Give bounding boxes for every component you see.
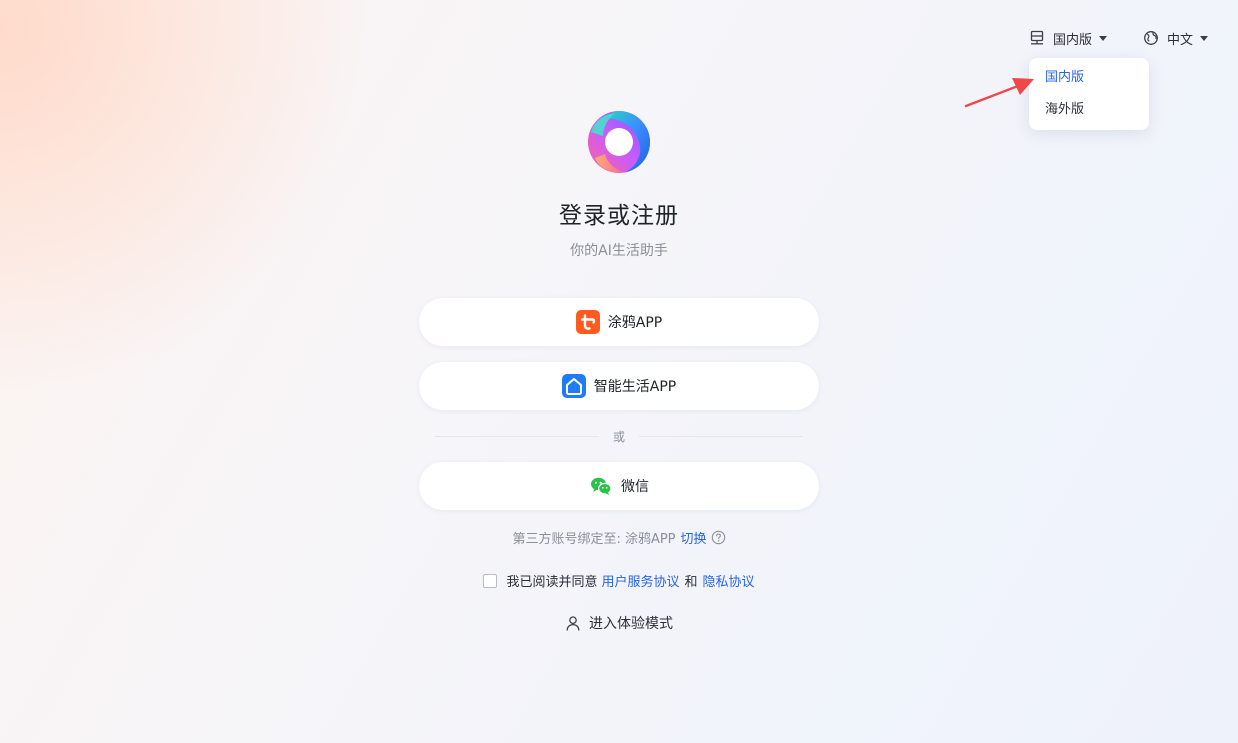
region-selector[interactable]: 国内版 xyxy=(1029,24,1107,52)
region-dropdown: 国内版 海外版 xyxy=(1029,58,1149,130)
privacy-policy-link[interactable]: 隐私协议 xyxy=(703,571,755,590)
chevron-down-icon xyxy=(1200,35,1208,41)
wechat-login-label: 微信 xyxy=(621,479,649,495)
wechat-icon xyxy=(591,477,612,495)
switch-link[interactable]: 切换 xyxy=(681,528,707,547)
page-title: 登录或注册 xyxy=(559,203,679,229)
tuya-app-icon xyxy=(575,310,600,334)
chevron-down-icon xyxy=(1098,35,1107,41)
terms-of-service-link[interactable]: 用户服务协议 xyxy=(601,571,679,590)
agreement-and-text: 和 xyxy=(684,575,698,590)
annotation-arrow-icon xyxy=(964,78,1034,108)
region-option-domestic[interactable]: 国内版 xyxy=(1029,62,1149,94)
bind-info: 第三方账号绑定至: 涂鸦APP 切换 xyxy=(419,528,819,547)
tuya-app-login-button[interactable]: 涂鸦APP xyxy=(419,298,819,346)
smart-life-app-login-button[interactable]: 智能生活APP xyxy=(419,362,819,410)
help-icon[interactable] xyxy=(711,530,726,545)
smart-life-app-login-label: 智能生活APP xyxy=(593,379,677,395)
agreement-checkbox[interactable] xyxy=(483,573,498,588)
globe-icon xyxy=(1144,31,1158,45)
trial-mode-button[interactable]: 进入体验模式 xyxy=(419,613,819,633)
login-panel: 登录或注册 你的AI生活助手 涂鸦APP 智能生活APP 或 微信 第三方账号绑… xyxy=(419,108,819,632)
server-icon xyxy=(1030,30,1044,45)
top-bar: 国内版 中文 xyxy=(1029,24,1208,52)
divider-line xyxy=(435,435,599,437)
agreement-prefix: 我已阅读并同意 xyxy=(506,575,598,590)
app-logo-icon xyxy=(588,111,651,173)
language-selector[interactable]: 中文 xyxy=(1143,24,1208,52)
smart-life-app-icon xyxy=(561,374,586,398)
agreement-row: 我已阅读并同意 用户服务协议 和 隐私协议 xyxy=(419,571,819,590)
wechat-login-button[interactable]: 微信 xyxy=(419,462,819,510)
user-icon xyxy=(566,616,580,631)
trial-mode-label: 进入体验模式 xyxy=(589,616,673,632)
region-label: 国内版 xyxy=(1052,32,1092,48)
region-option-overseas[interactable]: 海外版 xyxy=(1029,94,1149,126)
or-divider: 或 xyxy=(435,427,804,445)
divider-line xyxy=(639,435,804,437)
tuya-app-login-label: 涂鸦APP xyxy=(607,315,663,331)
divider-text: 或 xyxy=(613,429,626,444)
page-subtitle: 你的AI生活助手 xyxy=(570,243,668,259)
language-label: 中文 xyxy=(1166,32,1193,48)
bind-info-text: 第三方账号绑定至: 涂鸦APP xyxy=(512,532,676,547)
